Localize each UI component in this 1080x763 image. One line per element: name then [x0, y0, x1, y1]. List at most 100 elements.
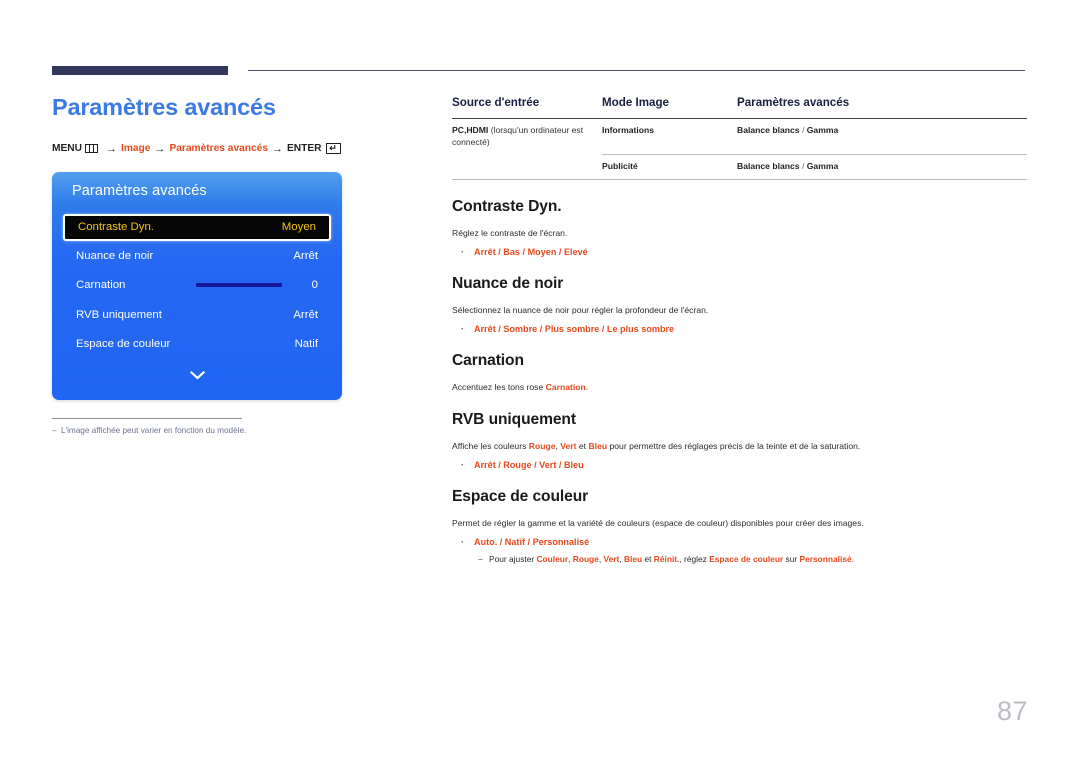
- menu-path-step-advanced: Paramètres avancés: [169, 143, 269, 155]
- subnote-dash-icon: ‒: [478, 554, 483, 565]
- menu-bars-icon: [85, 144, 98, 154]
- enter-key-icon: ↵: [325, 143, 341, 155]
- table-cell-mode: Informations: [602, 118, 737, 156]
- table-cell-advanced-b: Gamma: [806, 125, 839, 135]
- left-column: Paramètres avancés MENU → Image → Paramè…: [52, 94, 412, 437]
- header-rule: [52, 66, 1025, 76]
- bullet-icon: ·: [461, 324, 464, 335]
- section-subnote: ‒ Pour ajuster Couleur, Rouge, Vert, Ble…: [452, 554, 1027, 565]
- osd-item-value: Arrêt: [293, 308, 318, 321]
- subnote-highlight-espace: Espace de couleur: [709, 554, 784, 565]
- section-carnation: Carnation Accentuez les tons rose Carnat…: [452, 352, 1027, 393]
- menu-path-arrow-1: →: [106, 142, 117, 155]
- table-cell-mode: Publicité: [602, 154, 737, 181]
- chevron-down-icon[interactable]: [52, 369, 342, 382]
- subnote-highlight-vert: Vert: [603, 554, 620, 565]
- page-number: 87: [996, 696, 1028, 726]
- desc-highlight-vert: Vert: [560, 441, 577, 452]
- osd-item-value: Arrêt: [293, 249, 318, 262]
- osd-item-value: Natif: [294, 338, 318, 351]
- osd-item-contraste-dyn[interactable]: Contraste Dyn. Moyen: [63, 213, 331, 241]
- section-description: Sélectionnez la nuance de noir pour régl…: [452, 305, 709, 316]
- subnote-highlight-reinit: Réinit.: [653, 554, 680, 565]
- osd-panel: Paramètres avancés Contraste Dyn. Moyen …: [52, 171, 342, 400]
- osd-item-nuance-de-noir[interactable]: Nuance de noir Arrêt: [63, 241, 331, 271]
- table-header-row: Source d'entrée Mode Image Paramètres av…: [452, 96, 1027, 119]
- section-heading: Espace de couleur: [452, 488, 589, 506]
- table-cell-advanced: Balance blancs / Gamma: [737, 118, 1027, 156]
- menu-path-arrow-3: →: [272, 142, 284, 155]
- table-cell-advanced-sep: /: [801, 161, 805, 172]
- subnote-part: et: [642, 554, 654, 565]
- desc-part: Affiche les couleurs: [452, 441, 529, 452]
- header-rule-thick: [52, 66, 228, 75]
- subnote-highlight-rouge: Rouge: [572, 554, 599, 565]
- osd-title: Paramètres avancés: [72, 182, 207, 199]
- subnote-highlight-personnalise: Personnalisé: [799, 554, 852, 565]
- section-rvb-uniquement: RVB uniquement Affiche les couleurs Roug…: [452, 411, 1027, 470]
- section-description: Permet de régler la gamme et la variété …: [452, 518, 864, 529]
- subnote-part: Pour ajuster: [489, 554, 537, 565]
- section-options-text: Arrêt / Sombre / Plus sombre / Le plus s…: [474, 324, 675, 335]
- section-options: · Arrêt / Sombre / Plus sombre / Le plus…: [452, 324, 1027, 334]
- bullet-icon: ·: [461, 247, 464, 258]
- menu-path-step-image: Image: [121, 143, 151, 155]
- table-cell-source: [452, 154, 602, 181]
- header-rule-thin: [248, 70, 1025, 71]
- table-header-advanced: Paramètres avancés: [737, 96, 1027, 119]
- table-header-source: Source d'entrée: [452, 96, 602, 119]
- section-heading: Nuance de noir: [452, 275, 564, 293]
- osd-item-rvb-uniquement[interactable]: RVB uniquement Arrêt: [63, 300, 331, 330]
- table-cell-advanced: Balance blancs / Gamma: [737, 154, 1027, 181]
- table-row: PC,HDMI (lorsqu'un ordinateur est connec…: [452, 118, 1027, 156]
- section-heading: Contraste Dyn.: [452, 198, 562, 216]
- osd-item-label: Nuance de noir: [76, 249, 154, 262]
- desc-part: pour permettre des réglages précis de la…: [607, 441, 861, 452]
- osd-footnote-dash: ‒: [52, 425, 57, 435]
- section-heading: Carnation: [452, 352, 524, 370]
- bullet-icon: ·: [461, 537, 464, 548]
- subnote-highlight-bleu: Bleu: [624, 554, 643, 565]
- section-options-text: Arrêt / Bas / Moyen / Elevé: [474, 247, 588, 258]
- table-cell-advanced-sep: /: [801, 125, 805, 135]
- table-row: Publicité Balance blancs / Gamma: [452, 154, 1027, 181]
- right-column: Source d'entrée Mode Image Paramètres av…: [452, 96, 1027, 566]
- section-options: · Arrêt / Rouge / Vert / Bleu: [452, 460, 1027, 470]
- table-header-mode: Mode Image: [602, 96, 737, 119]
- desc-part: .: [585, 382, 589, 393]
- section-nuance-de-noir: Nuance de noir Sélectionnez la nuance de…: [452, 275, 1027, 334]
- section-description: Affiche les couleurs Rouge, Vert et Bleu…: [452, 440, 1027, 452]
- menu-path-enter-label: ENTER: [287, 143, 322, 155]
- osd-item-label: Carnation: [76, 279, 126, 292]
- table-cell-source-bold: PC,HDMI: [452, 125, 489, 135]
- osd-item-value: 0: [311, 279, 318, 292]
- subnote-text: Pour ajuster Couleur, Rouge, Vert, Bleu …: [489, 554, 854, 565]
- osd-item-espace-de-couleur[interactable]: Espace de couleur Natif: [63, 329, 331, 359]
- menu-path-menu-label: MENU: [52, 143, 82, 155]
- section-contraste-dyn: Contraste Dyn. Réglez le contraste de l'…: [452, 198, 1027, 257]
- desc-highlight: Carnation: [545, 382, 586, 393]
- table-cell-advanced-b: Gamma: [806, 161, 839, 172]
- subnote-part: .: [851, 554, 854, 565]
- desc-highlight-rouge: Rouge: [528, 441, 556, 452]
- section-heading: RVB uniquement: [452, 411, 576, 429]
- osd-item-label: Espace de couleur: [76, 338, 171, 351]
- osd-item-label: RVB uniquement: [76, 308, 162, 321]
- section-options-text: Arrêt / Rouge / Vert / Bleu: [474, 460, 584, 471]
- section-options-text: Auto. / Natif / Personnalisé: [474, 537, 590, 548]
- bullet-icon: ·: [461, 460, 464, 471]
- carnation-slider[interactable]: [196, 283, 282, 287]
- menu-path-breadcrumb: MENU → Image → Paramètres avancés → ENTE…: [52, 143, 412, 155]
- desc-highlight-bleu: Bleu: [588, 441, 608, 452]
- subnote-part: sur: [783, 554, 800, 565]
- table-cell-source: PC,HDMI (lorsqu'un ordinateur est connec…: [452, 119, 602, 155]
- section-espace-de-couleur: Espace de couleur Permet de régler la ga…: [452, 488, 1027, 565]
- section-description: Accentuez les tons rose Carnation.: [452, 381, 1027, 393]
- subnote-highlight-couleur: Couleur: [536, 554, 569, 565]
- desc-part: et: [576, 441, 589, 452]
- osd-item-carnation[interactable]: Carnation 0: [63, 270, 331, 300]
- section-options: · Auto. / Natif / Personnalisé: [452, 537, 1027, 547]
- table-cell-advanced-a: Balance blancs: [737, 161, 800, 172]
- osd-footnote-rule: [52, 417, 242, 419]
- desc-part: Accentuez les tons rose: [452, 382, 546, 393]
